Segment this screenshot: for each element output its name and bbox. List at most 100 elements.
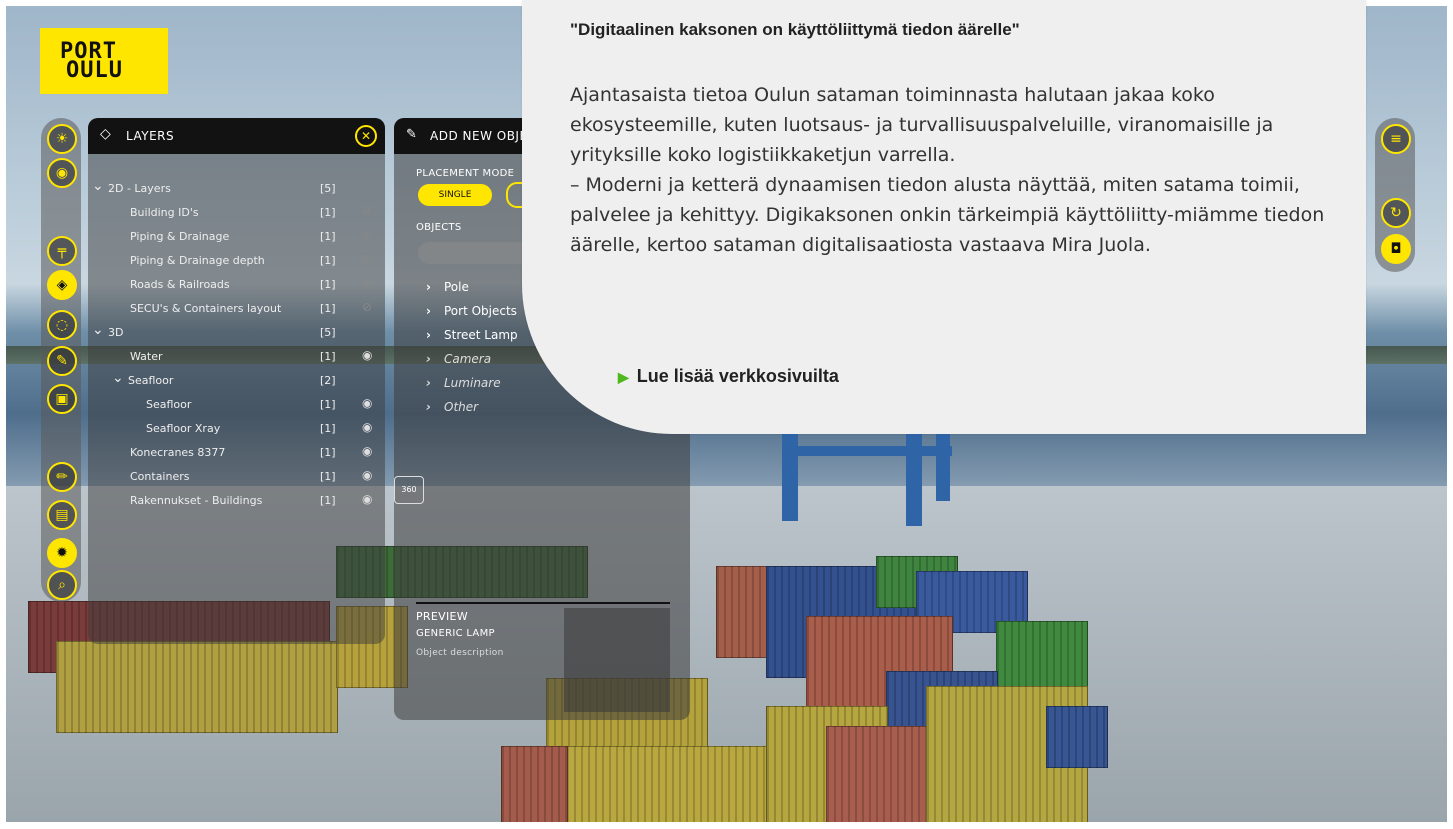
object-category-label: Camera — [444, 352, 492, 366]
layer-row[interactable]: ⌄ 2D - Layers [5] — [90, 178, 380, 200]
layer-count: [2] — [320, 374, 336, 387]
layer-label: Piping & Drainage depth — [130, 254, 265, 267]
pencil-icon[interactable]: ✏ — [47, 462, 77, 492]
layer-count: [1] — [320, 494, 336, 507]
chevron-down-icon[interactable]: ⌄ — [92, 178, 104, 194]
layer-label: Rakennukset - Buildings — [130, 494, 263, 507]
layer-row[interactable]: Piping & Drainage [1] ⊘ — [90, 226, 380, 248]
read-more-link[interactable]: ▶ Lue lisää verkkosivuilta — [618, 366, 839, 387]
eye-off-icon[interactable]: ⊘ — [362, 252, 372, 266]
layer-count: [5] — [320, 326, 336, 339]
layer-label: Containers — [130, 470, 190, 483]
eye-icon[interactable]: ◉ — [362, 444, 372, 458]
sun-cloud-icon[interactable]: ☀ — [47, 124, 77, 154]
port-oulu-logo[interactable]: PORT OULU — [40, 28, 168, 94]
crane-icon[interactable]: ╤ — [47, 236, 77, 266]
eye-icon[interactable]: ◉ — [362, 396, 372, 410]
zoom-search-icon[interactable]: ⌕ — [47, 570, 77, 600]
preview-object-name: GENERIC LAMP — [416, 628, 495, 639]
eye-off-icon[interactable]: ⊘ — [362, 300, 372, 314]
article-heading: "Digitaalinen kaksonen on käyttöliittymä… — [570, 20, 1020, 39]
mode-single-button[interactable]: SINGLE — [418, 184, 492, 206]
close-icon[interactable]: ✕ — [355, 125, 377, 147]
layer-label: Building ID's — [130, 206, 199, 219]
layer-count: [1] — [320, 446, 336, 459]
layer-group-label: 2D - Layers — [108, 182, 171, 195]
chevron-right-icon: › — [426, 328, 431, 342]
hamburger-menu-icon[interactable]: ≡ — [1381, 124, 1411, 154]
layer-label: Konecranes 8377 — [130, 446, 226, 459]
layers-icon[interactable]: ◈ — [47, 270, 77, 300]
placement-mode-label: PLACEMENT MODE — [416, 168, 515, 179]
article-body: Ajantasaista tietoa Oulun sataman toimin… — [570, 80, 1330, 260]
container — [1046, 706, 1108, 768]
eye-off-icon[interactable]: ⊘ — [362, 276, 372, 290]
layer-count: [1] — [320, 398, 336, 411]
record-camera-icon[interactable]: ◘ — [1381, 234, 1411, 264]
camera-icon[interactable]: ◉ — [47, 158, 77, 188]
object-category-item[interactable]: › Camera — [426, 352, 491, 366]
layer-row[interactable]: Konecranes 8377 [1] ◉ — [90, 442, 380, 464]
layer-row[interactable]: Seafloor Xray [1] ◉ — [90, 418, 380, 440]
object-category-label: Port Objects — [444, 304, 517, 318]
layer-label: Roads & Railroads — [130, 278, 230, 291]
layer-label: Seafloor Xray — [146, 422, 221, 435]
layer-row[interactable]: SECU's & Containers layout [1] ⊘ — [90, 298, 380, 320]
layers-panel-header: ◇ LAYERS ✕ — [88, 118, 385, 154]
eye-off-icon[interactable]: ⊘ — [362, 228, 372, 242]
layer-count: [1] — [320, 350, 336, 363]
object-category-item[interactable]: › Street Lamp — [426, 328, 518, 342]
network-icon[interactable]: ◌ — [47, 310, 77, 340]
preview-image — [564, 608, 670, 712]
crane-beam — [782, 446, 952, 456]
layer-group-label: 3D — [108, 326, 124, 339]
article-card: "Digitaalinen kaksonen on käyttöliittymä… — [522, 0, 1366, 434]
layer-row[interactable]: Rakennukset - Buildings [1] ◉ — [90, 490, 380, 512]
layers-icon: ◇ — [100, 126, 111, 142]
object-category-item[interactable]: › Port Objects — [426, 304, 517, 318]
object-category-item[interactable]: › Pole — [426, 280, 469, 294]
layer-row[interactable]: ⌄ Seafloor [2] — [90, 370, 380, 392]
object-category-item[interactable]: › Other — [426, 400, 478, 414]
chevron-down-icon[interactable]: ⌄ — [112, 370, 124, 386]
settings-gear-icon[interactable]: ✹ — [47, 538, 77, 568]
chevron-down-icon[interactable]: ⌄ — [92, 322, 104, 338]
layer-row[interactable]: Water [1] ◉ — [90, 346, 380, 368]
eye-icon[interactable]: ◉ — [362, 492, 372, 506]
article-paragraph-2: – Moderni ja ketterä dynaamisen tiedon a… — [570, 174, 1325, 256]
container — [56, 641, 338, 733]
layer-row[interactable]: Roads & Railroads [1] ⊘ — [90, 274, 380, 296]
crane-leg — [936, 426, 950, 501]
layer-row[interactable]: Piping & Drainage depth [1] ⊘ — [90, 250, 380, 272]
article-paragraph-1: Ajantasaista tietoa Oulun sataman toimin… — [570, 84, 1274, 166]
read-more-link-label: Lue lisää verkkosivuilta — [636, 366, 839, 386]
chevron-right-icon: › — [426, 352, 431, 366]
reset-rotate-icon[interactable]: ↻ — [1381, 198, 1411, 228]
layer-count: [1] — [320, 278, 336, 291]
layer-group-label: Seafloor — [128, 374, 174, 387]
preview-object-description: Object description — [416, 648, 504, 658]
layer-row[interactable]: Seafloor [1] ◉ — [90, 394, 380, 416]
left-toolbar: ☀ ◉ ╤ ◈ ◌ ✎ ▣ ✏ ▤ ✹ ⌕ — [41, 118, 81, 602]
document-icon[interactable]: ▤ — [47, 500, 77, 530]
layer-label: Piping & Drainage — [130, 230, 230, 243]
layer-row[interactable]: ⌄ 3D [5] — [90, 322, 380, 344]
eye-icon[interactable]: ◉ — [362, 420, 372, 434]
eye-icon[interactable]: ◉ — [362, 348, 372, 362]
layer-row[interactable]: Containers [1] ◉ — [90, 466, 380, 488]
eye-icon[interactable]: ◉ — [362, 468, 372, 482]
chevron-right-icon: › — [426, 376, 431, 390]
chevron-right-icon: › — [426, 304, 431, 318]
preview-label: PREVIEW — [416, 610, 468, 623]
eye-off-icon[interactable]: ⊘ — [362, 204, 372, 218]
layer-row[interactable]: Building ID's [1] ⊘ — [90, 202, 380, 224]
layer-count: [1] — [320, 302, 336, 315]
layer-label: Seafloor — [146, 398, 192, 411]
pencil-icon: ✎ — [406, 127, 417, 142]
view-360-icon[interactable]: 360 — [394, 476, 424, 504]
container — [501, 746, 568, 822]
objects-label: OBJECTS — [416, 222, 462, 233]
video-camera-icon[interactable]: ▣ — [47, 384, 77, 414]
object-category-item[interactable]: › Luminare — [426, 376, 501, 390]
wrench-icon[interactable]: ✎ — [47, 346, 77, 376]
